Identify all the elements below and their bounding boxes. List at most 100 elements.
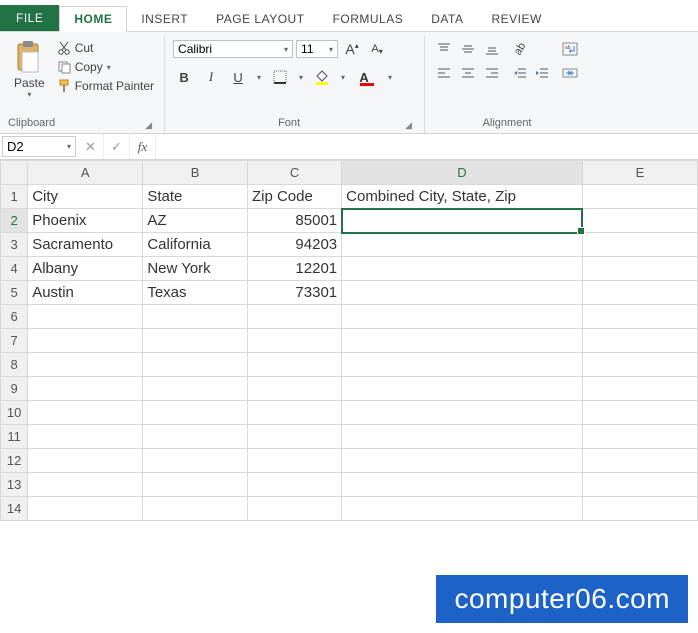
font-size-select[interactable]: 11▾ (296, 40, 338, 58)
cell-E9[interactable] (582, 377, 697, 401)
cell-D8[interactable] (342, 353, 583, 377)
align-right-button[interactable] (481, 62, 503, 84)
col-header-C[interactable]: C (247, 161, 341, 185)
cell-E1[interactable] (582, 185, 697, 209)
cell-D10[interactable] (342, 401, 583, 425)
cell-E2[interactable] (582, 209, 697, 233)
cell-C3[interactable]: 94203 (247, 233, 341, 257)
row-header-11[interactable]: 11 (1, 425, 28, 449)
cell-B13[interactable] (143, 473, 248, 497)
align-middle-button[interactable] (457, 38, 479, 60)
cell-B1[interactable]: State (143, 185, 248, 209)
cell-B14[interactable] (143, 497, 248, 521)
cell-D5[interactable] (342, 281, 583, 305)
cell-E14[interactable] (582, 497, 697, 521)
cell-C13[interactable] (247, 473, 341, 497)
cell-C9[interactable] (247, 377, 341, 401)
increase-indent-button[interactable] (531, 62, 553, 84)
col-header-D[interactable]: D (342, 161, 583, 185)
cell-A9[interactable] (28, 377, 143, 401)
col-header-E[interactable]: E (582, 161, 697, 185)
borders-button[interactable] (269, 66, 291, 88)
underline-button[interactable]: U (227, 66, 249, 88)
insert-function-button[interactable]: fx (130, 134, 156, 159)
cell-C14[interactable] (247, 497, 341, 521)
align-bottom-button[interactable] (481, 38, 503, 60)
cell-C1[interactable]: Zip Code (247, 185, 341, 209)
row-header-8[interactable]: 8 (1, 353, 28, 377)
col-header-A[interactable]: A (28, 161, 143, 185)
cell-A13[interactable] (28, 473, 143, 497)
tab-insert[interactable]: INSERT (127, 7, 202, 31)
cell-E6[interactable] (582, 305, 697, 329)
cell-C5[interactable]: 73301 (247, 281, 341, 305)
select-all-corner[interactable] (1, 161, 28, 185)
decrease-indent-button[interactable] (509, 62, 531, 84)
cell-D9[interactable] (342, 377, 583, 401)
row-header-2[interactable]: 2 (1, 209, 28, 233)
cell-E11[interactable] (582, 425, 697, 449)
borders-dropdown[interactable]: ▾ (296, 66, 306, 88)
align-center-button[interactable] (457, 62, 479, 84)
cell-C8[interactable] (247, 353, 341, 377)
cell-D14[interactable] (342, 497, 583, 521)
cut-button[interactable]: Cut (55, 40, 156, 56)
row-header-6[interactable]: 6 (1, 305, 28, 329)
cell-A4[interactable]: Albany (28, 257, 143, 281)
cell-D12[interactable] (342, 449, 583, 473)
cell-B6[interactable] (143, 305, 248, 329)
cell-D2[interactable] (342, 209, 583, 233)
cell-C11[interactable] (247, 425, 341, 449)
cell-E4[interactable] (582, 257, 697, 281)
formula-cancel-button[interactable]: ✕ (78, 134, 104, 159)
copy-button[interactable]: Copy ▾ (55, 59, 156, 75)
cell-B11[interactable] (143, 425, 248, 449)
tab-home[interactable]: HOME (59, 6, 127, 32)
cell-A7[interactable] (28, 329, 143, 353)
wrap-text-button[interactable]: ab (559, 38, 581, 60)
cell-B12[interactable] (143, 449, 248, 473)
cell-D7[interactable] (342, 329, 583, 353)
row-header-3[interactable]: 3 (1, 233, 28, 257)
cell-D6[interactable] (342, 305, 583, 329)
row-header-12[interactable]: 12 (1, 449, 28, 473)
row-header-10[interactable]: 10 (1, 401, 28, 425)
row-header-4[interactable]: 4 (1, 257, 28, 281)
font-dialog-launcher[interactable]: ◢ (405, 120, 416, 131)
cell-B9[interactable] (143, 377, 248, 401)
cell-A8[interactable] (28, 353, 143, 377)
row-header-7[interactable]: 7 (1, 329, 28, 353)
align-left-button[interactable] (433, 62, 455, 84)
row-header-13[interactable]: 13 (1, 473, 28, 497)
cell-B10[interactable] (143, 401, 248, 425)
increase-font-button[interactable]: A▴ (341, 38, 363, 60)
cell-C6[interactable] (247, 305, 341, 329)
cell-C12[interactable] (247, 449, 341, 473)
formula-enter-button[interactable]: ✓ (104, 134, 130, 159)
cell-E3[interactable] (582, 233, 697, 257)
cell-A3[interactable]: Sacramento (28, 233, 143, 257)
cell-A2[interactable]: Phoenix (28, 209, 143, 233)
cell-C2[interactable]: 85001 (247, 209, 341, 233)
align-top-button[interactable] (433, 38, 455, 60)
cell-B7[interactable] (143, 329, 248, 353)
cell-A11[interactable] (28, 425, 143, 449)
clipboard-dialog-launcher[interactable]: ◢ (145, 120, 156, 131)
fill-dropdown[interactable]: ▾ (338, 66, 348, 88)
cell-C4[interactable]: 12201 (247, 257, 341, 281)
cell-B4[interactable]: New York (143, 257, 248, 281)
row-header-9[interactable]: 9 (1, 377, 28, 401)
cell-C10[interactable] (247, 401, 341, 425)
cell-A14[interactable] (28, 497, 143, 521)
cell-A5[interactable]: Austin (28, 281, 143, 305)
cell-D1[interactable]: Combined City, State, Zip (342, 185, 583, 209)
copy-dropdown-icon[interactable]: ▾ (107, 63, 111, 72)
cell-D3[interactable] (342, 233, 583, 257)
cell-C7[interactable] (247, 329, 341, 353)
cell-E12[interactable] (582, 449, 697, 473)
cell-E7[interactable] (582, 329, 697, 353)
bold-button[interactable]: B (173, 66, 195, 88)
merge-button[interactable] (559, 62, 581, 84)
name-box[interactable]: D2▾ (2, 136, 76, 157)
col-header-B[interactable]: B (143, 161, 248, 185)
